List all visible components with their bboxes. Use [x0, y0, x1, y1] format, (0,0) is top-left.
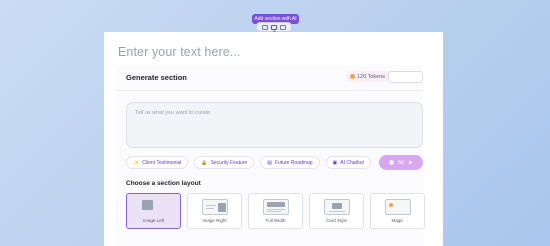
- chatbot-icon: ▣: [332, 159, 338, 166]
- coin-icon: [388, 160, 394, 165]
- prompt-textarea[interactable]: Tell us what you want to create: [126, 102, 423, 148]
- layout-option-card-style[interactable]: Card Style: [309, 193, 364, 229]
- layout-grid-icon[interactable]: [280, 24, 287, 30]
- generate-cost: 50: [397, 159, 405, 166]
- generate-button[interactable]: 50: [379, 155, 423, 170]
- layout-options: Image Left Image Right Full Width Card S…: [126, 193, 425, 229]
- divider: [116, 90, 423, 91]
- lock-icon: 🔒: [201, 159, 208, 166]
- prompt-placeholder: Tell us what you want to create: [135, 110, 211, 116]
- layout-option-full-width[interactable]: Full Width: [248, 193, 303, 229]
- layout-thumb: [201, 199, 228, 215]
- layout-section-title: Choose a section layout: [126, 180, 201, 187]
- tokens-label: 120 Tokens: [357, 73, 386, 80]
- chip-security-feature[interactable]: 🔒 Security Feature: [194, 156, 255, 169]
- layout-label: Image Left: [142, 218, 165, 223]
- layout-thumb: [323, 199, 350, 215]
- layout-label: Full Width: [265, 218, 286, 223]
- suggestion-chips: ✨ Client Testimonial 🔒 Security Feature …: [126, 156, 371, 169]
- layout-label: Magic: [391, 218, 404, 223]
- layout-thumb: [142, 200, 153, 210]
- layout-option-magic[interactable]: Magic: [370, 193, 425, 229]
- magic-wand-icon: [388, 203, 393, 207]
- layout-option-image-left[interactable]: Image Left: [126, 193, 181, 229]
- layout-thumb: [384, 199, 411, 215]
- editor-text-input[interactable]: Enter your text here...: [118, 45, 241, 59]
- editor-panel: Enter your text here... Generate section…: [104, 32, 443, 246]
- text-block-icon[interactable]: [261, 24, 268, 30]
- chip-client-testimonial[interactable]: ✨ Client Testimonial: [126, 156, 189, 169]
- coin-icon: [350, 74, 355, 79]
- generate-section-card: Generate section 120 Tokens Tell us what…: [116, 65, 425, 246]
- layout-thumb: [262, 199, 289, 215]
- play-icon: [409, 160, 413, 165]
- chip-ai-chatbot[interactable]: ▣ AI Chatbot: [325, 156, 371, 169]
- options-toggle[interactable]: [388, 71, 423, 83]
- ai-sparkle-icon[interactable]: [270, 24, 277, 30]
- layout-label: Image Right: [202, 218, 227, 223]
- layout-option-image-right[interactable]: Image Right: [187, 193, 242, 229]
- generate-section-title: Generate section: [126, 73, 187, 82]
- tokens-badge: 120 Tokens: [346, 71, 390, 82]
- chip-future-roadmap[interactable]: ▤ Future Roadmap: [260, 156, 320, 169]
- layout-label: Card Style: [325, 218, 347, 223]
- roadmap-icon: ▤: [267, 159, 272, 166]
- sparkle-icon: ✨: [133, 159, 140, 166]
